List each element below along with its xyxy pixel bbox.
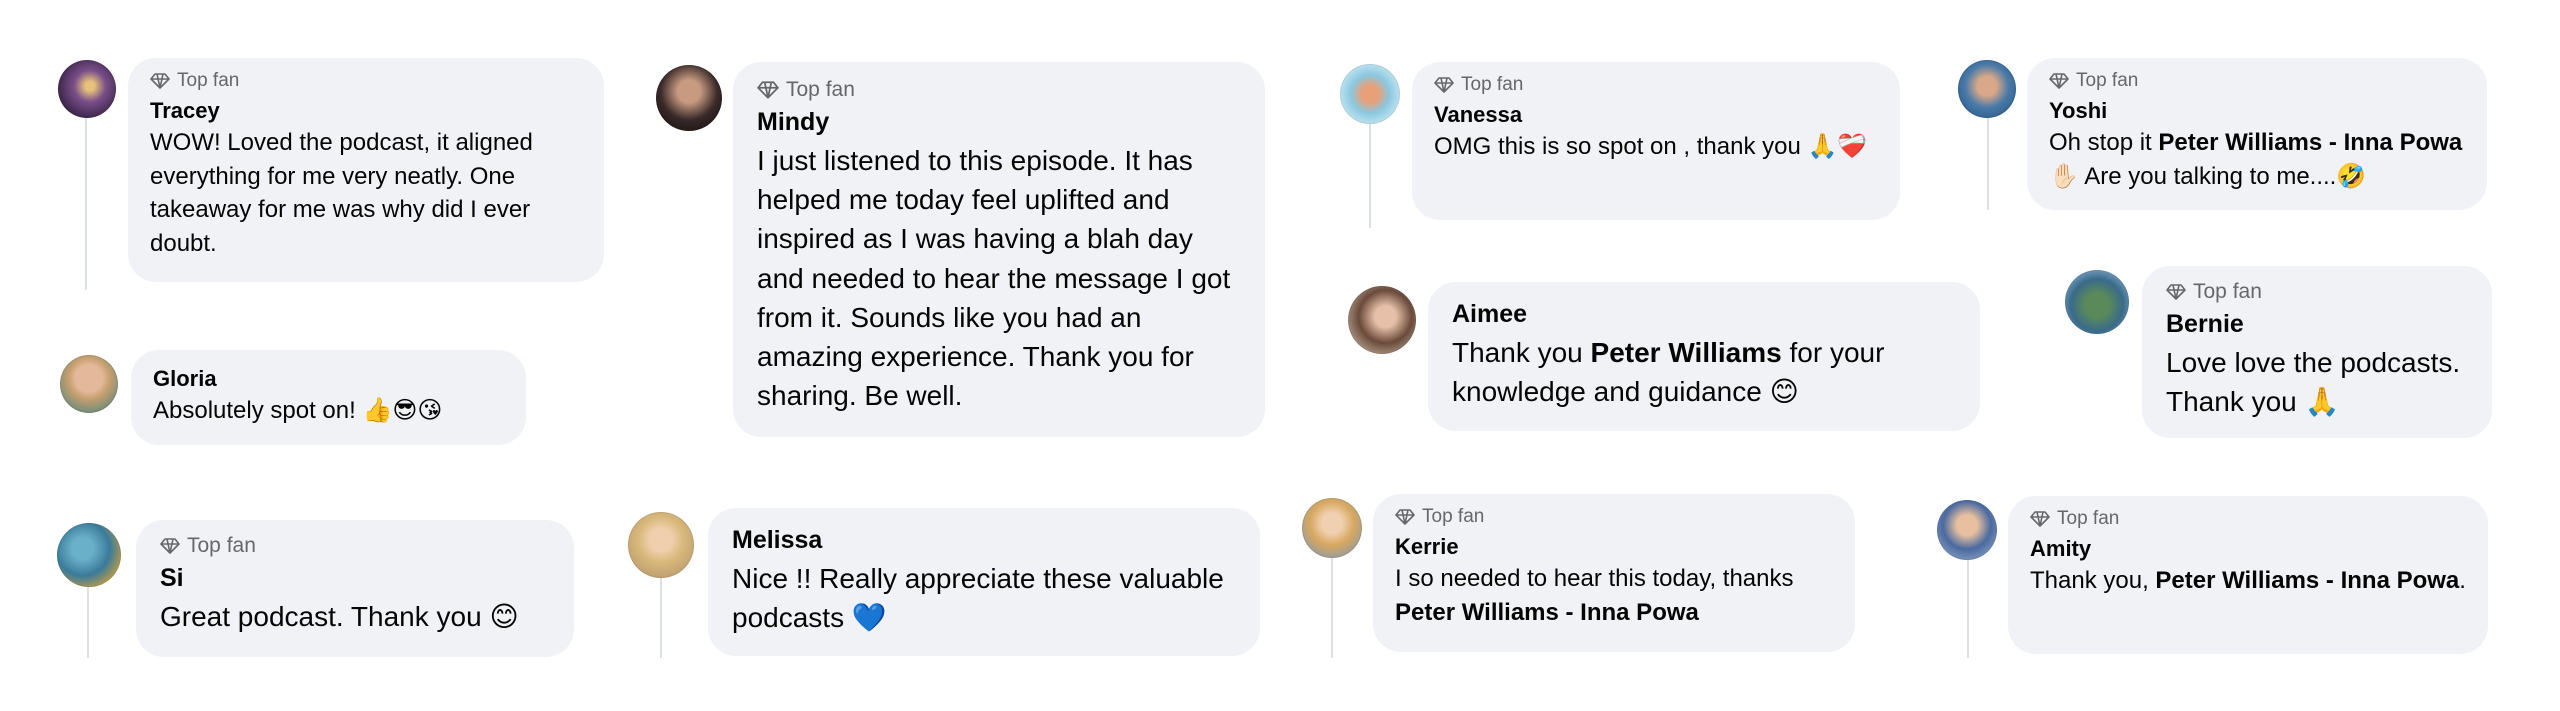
commenter-name[interactable]: Tracey (150, 98, 582, 124)
avatar[interactable] (1348, 286, 1416, 354)
comment-bubble: Aimee Thank you Peter Williams for your … (1428, 282, 1980, 431)
diamond-icon (1434, 77, 1454, 93)
diamond-icon (2049, 73, 2069, 89)
commenter-name[interactable]: Mindy (757, 108, 1243, 137)
comment-bubble: Top fan Mindy I just listened to this ep… (733, 62, 1265, 437)
diamond-icon (757, 81, 779, 99)
thread-line (1987, 110, 1989, 210)
comment-text: Great podcast. Thank you 😊 (160, 601, 519, 632)
diamond-icon (2030, 511, 2050, 527)
comment-bubble: Top fan Bernie Love love the podcasts. T… (2142, 266, 2492, 438)
commenter-name[interactable]: Vanessa (1434, 102, 1878, 128)
top-fan-label: Top fan (177, 70, 240, 91)
comment-bubble: Melissa Nice !! Really appreciate these … (708, 508, 1260, 656)
mention-link[interactable]: Peter Williams - Inna Powa (1395, 599, 1699, 626)
commenter-name[interactable]: Amity (2030, 536, 2466, 562)
commenter-name[interactable]: Bernie (2166, 310, 2470, 339)
top-fan-badge: Top fan (757, 78, 1243, 102)
comment-text: Oh stop it Peter Williams - Inna Powa✋🏻 … (2049, 129, 2463, 190)
top-fan-label: Top fan (2076, 70, 2139, 91)
comment-text: Thank you, Peter Williams - Inna Powa. (2030, 567, 2466, 594)
commenter-name[interactable]: Kerrie (1395, 534, 1833, 560)
mention-link[interactable]: Peter Williams (1591, 337, 1782, 368)
comment-bubble: Gloria Absolutely spot on! 👍😎😘 (131, 350, 526, 445)
commenter-name[interactable]: Gloria (153, 366, 504, 392)
mention-link[interactable]: Peter Williams - Inna Powa (2155, 567, 2459, 594)
avatar[interactable] (60, 355, 118, 413)
thread-line (1331, 555, 1333, 658)
comment-text: Absolutely spot on! 👍😎😘 (153, 397, 443, 424)
avatar[interactable] (58, 60, 116, 118)
top-fan-label: Top fan (786, 78, 855, 101)
diamond-icon (1395, 509, 1415, 525)
top-fan-badge: Top fan (2049, 70, 2465, 92)
commenter-name[interactable]: Melissa (732, 526, 1238, 555)
top-fan-badge: Top fan (150, 70, 582, 92)
comment-text: I just listened to this episode. It has … (757, 145, 1231, 412)
top-fan-badge: Top fan (2030, 508, 2466, 530)
top-fan-label: Top fan (1461, 74, 1524, 95)
diamond-icon (160, 538, 180, 554)
comment-text: I so needed to hear this today, thanks P… (1395, 565, 1794, 626)
avatar[interactable] (1937, 500, 1997, 560)
comment-text: OMG this is so spot on , thank you 🙏❤️‍🩹 (1434, 133, 1868, 160)
thread-line (1967, 555, 1969, 658)
thread-line (87, 582, 89, 658)
comment-bubble: Top fan Yoshi Oh stop it Peter Williams … (2027, 58, 2487, 210)
comment-text: WOW! Loved the podcast, it aligned every… (150, 129, 533, 257)
top-fan-label: Top fan (2193, 280, 2262, 303)
commenter-name[interactable]: Aimee (1452, 300, 1958, 329)
top-fan-label: Top fan (187, 534, 256, 557)
diamond-icon (2166, 284, 2186, 300)
comment-bubble: Top fan Amity Thank you, Peter Williams … (2008, 496, 2488, 654)
top-fan-badge: Top fan (1395, 506, 1833, 528)
avatar[interactable] (1302, 498, 1362, 558)
comment-text: Thank you Peter Williams for your knowle… (1452, 337, 1885, 408)
thread-line (85, 100, 87, 290)
avatar[interactable] (57, 523, 121, 587)
avatar[interactable] (656, 65, 722, 131)
comment-bubble: Top fan Kerrie I so needed to hear this … (1373, 494, 1855, 652)
top-fan-label: Top fan (1422, 506, 1485, 527)
comment-bubble: Top fan Tracey WOW! Loved the podcast, i… (128, 58, 604, 282)
top-fan-badge: Top fan (2166, 280, 2470, 304)
commenter-name[interactable]: Si (160, 564, 552, 593)
commenter-name[interactable]: Yoshi (2049, 98, 2465, 124)
top-fan-label: Top fan (2057, 508, 2120, 529)
comment-bubble: Top fan Si Great podcast. Thank you 😊 (136, 520, 574, 657)
thread-line (660, 575, 662, 658)
thread-line (1369, 120, 1371, 228)
diamond-icon (150, 73, 170, 89)
avatar[interactable] (2065, 270, 2129, 334)
avatar[interactable] (628, 512, 694, 578)
comment-text: Nice !! Really appreciate these valuable… (732, 563, 1224, 634)
mention-link[interactable]: Peter Williams - Inna Powa (2158, 129, 2462, 156)
avatar[interactable] (1958, 60, 2016, 118)
comment-bubble: Top fan Vanessa OMG this is so spot on ,… (1412, 62, 1900, 220)
top-fan-badge: Top fan (1434, 74, 1878, 96)
top-fan-badge: Top fan (160, 534, 552, 558)
avatar[interactable] (1340, 64, 1400, 124)
comment-text: Love love the podcasts. Thank you 🙏 (2166, 347, 2461, 418)
